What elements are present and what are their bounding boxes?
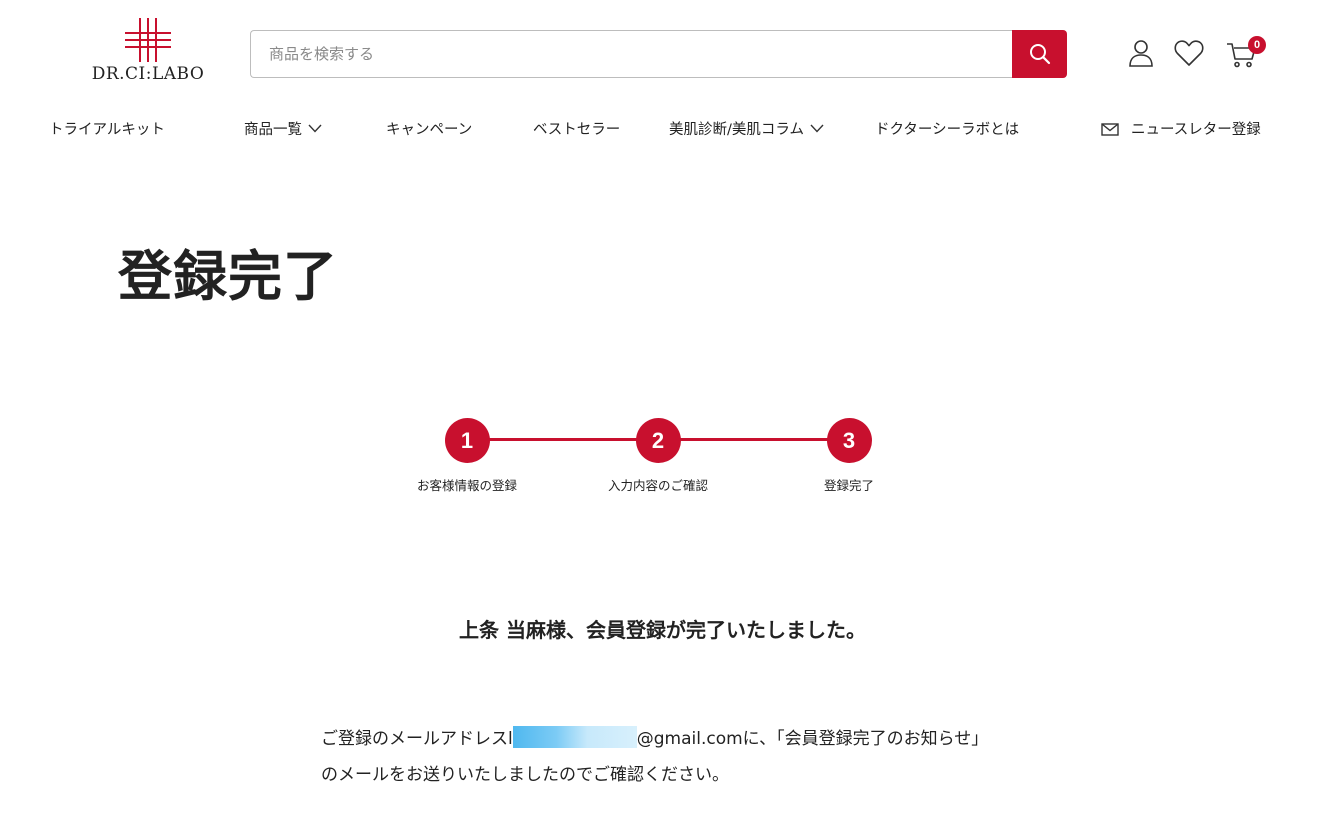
page: DR.CI:LABO 商品を検索する 0 トライアルキット 商品一覧 キャンペー… — [0, 0, 1325, 820]
nav-item-label: ドクターシーラボとは — [875, 122, 1020, 138]
step-label: お客様情報の登録 — [416, 478, 517, 493]
step-label: 入力内容のご確認 — [607, 478, 708, 493]
search-icon — [1029, 44, 1050, 65]
step-number: 1 — [444, 418, 490, 463]
logo-text: DR.CI:LABO — [91, 64, 205, 84]
user-icon — [1129, 40, 1153, 67]
nav-item-campaign[interactable]: キャンペーン — [386, 118, 472, 139]
nav-item-newsletter[interactable]: ニュースレター登録 — [1101, 118, 1261, 139]
nav-item-bestseller[interactable]: ベストセラー — [533, 118, 620, 139]
step-number: 3 — [826, 418, 872, 463]
nav-item-label: トライアルキット — [49, 122, 165, 138]
step-number: 2 — [635, 418, 681, 463]
redacted-email — [512, 726, 637, 748]
nav-item-trial-kit[interactable]: トライアルキット — [49, 118, 165, 139]
nav-item-products[interactable]: 商品一覧 — [244, 118, 322, 139]
favorites-button[interactable] — [1173, 38, 1205, 70]
cart-button[interactable]: 0 — [1226, 36, 1266, 70]
brand-logo[interactable]: DR.CI:LABO — [88, 18, 208, 90]
nav-item-label: キャンペーン — [386, 122, 473, 138]
nav-item-label: 美肌診断/美肌コラム — [669, 122, 804, 138]
step-1: 1 お客様情報の登録 — [397, 418, 537, 494]
account-button[interactable] — [1126, 38, 1158, 70]
chevron-down-icon — [810, 124, 824, 133]
step-2: 2 入力内容のご確認 — [588, 418, 728, 494]
nav-item-skin-diagnosis[interactable]: 美肌診断/美肌コラム — [669, 118, 824, 139]
nav-item-label: 商品一覧 — [244, 122, 302, 138]
search-input[interactable] — [250, 30, 1012, 78]
registration-complete-heading: 上条 当麻様、会員登録が完了いたしました。 — [459, 618, 866, 642]
main-nav: トライアルキット 商品一覧 キャンペーン ベストセラー 美肌診断/美肌コラム ド… — [0, 118, 1325, 144]
registration-stepper: 1 お客様情報の登録 2 入力内容のご確認 3 登録完了 — [0, 418, 1325, 498]
logo-mark-icon — [125, 18, 171, 62]
step-3: 3 登録完了 — [779, 418, 919, 494]
nav-item-label: ニュースレター登録 — [1131, 122, 1261, 138]
page-title: 登録完了 — [118, 245, 338, 308]
confirmation-message: ご登録のメールアドレスl @gmail.comに、「会員登録完了のお知らせ」のメー… — [321, 721, 1001, 793]
chevron-down-icon — [308, 124, 322, 133]
nav-item-label: ベストセラー — [533, 122, 621, 138]
step-label: 登録完了 — [823, 478, 874, 493]
nav-item-about[interactable]: ドクターシーラボとは — [875, 118, 1019, 139]
search-button[interactable] — [1012, 30, 1067, 78]
mail-icon — [1101, 122, 1119, 136]
message-text-part1: ご登録のメールアドレスl — [321, 729, 513, 749]
search-bar — [250, 30, 1067, 78]
cart-count-badge: 0 — [1248, 36, 1266, 54]
heart-icon — [1174, 40, 1204, 66]
